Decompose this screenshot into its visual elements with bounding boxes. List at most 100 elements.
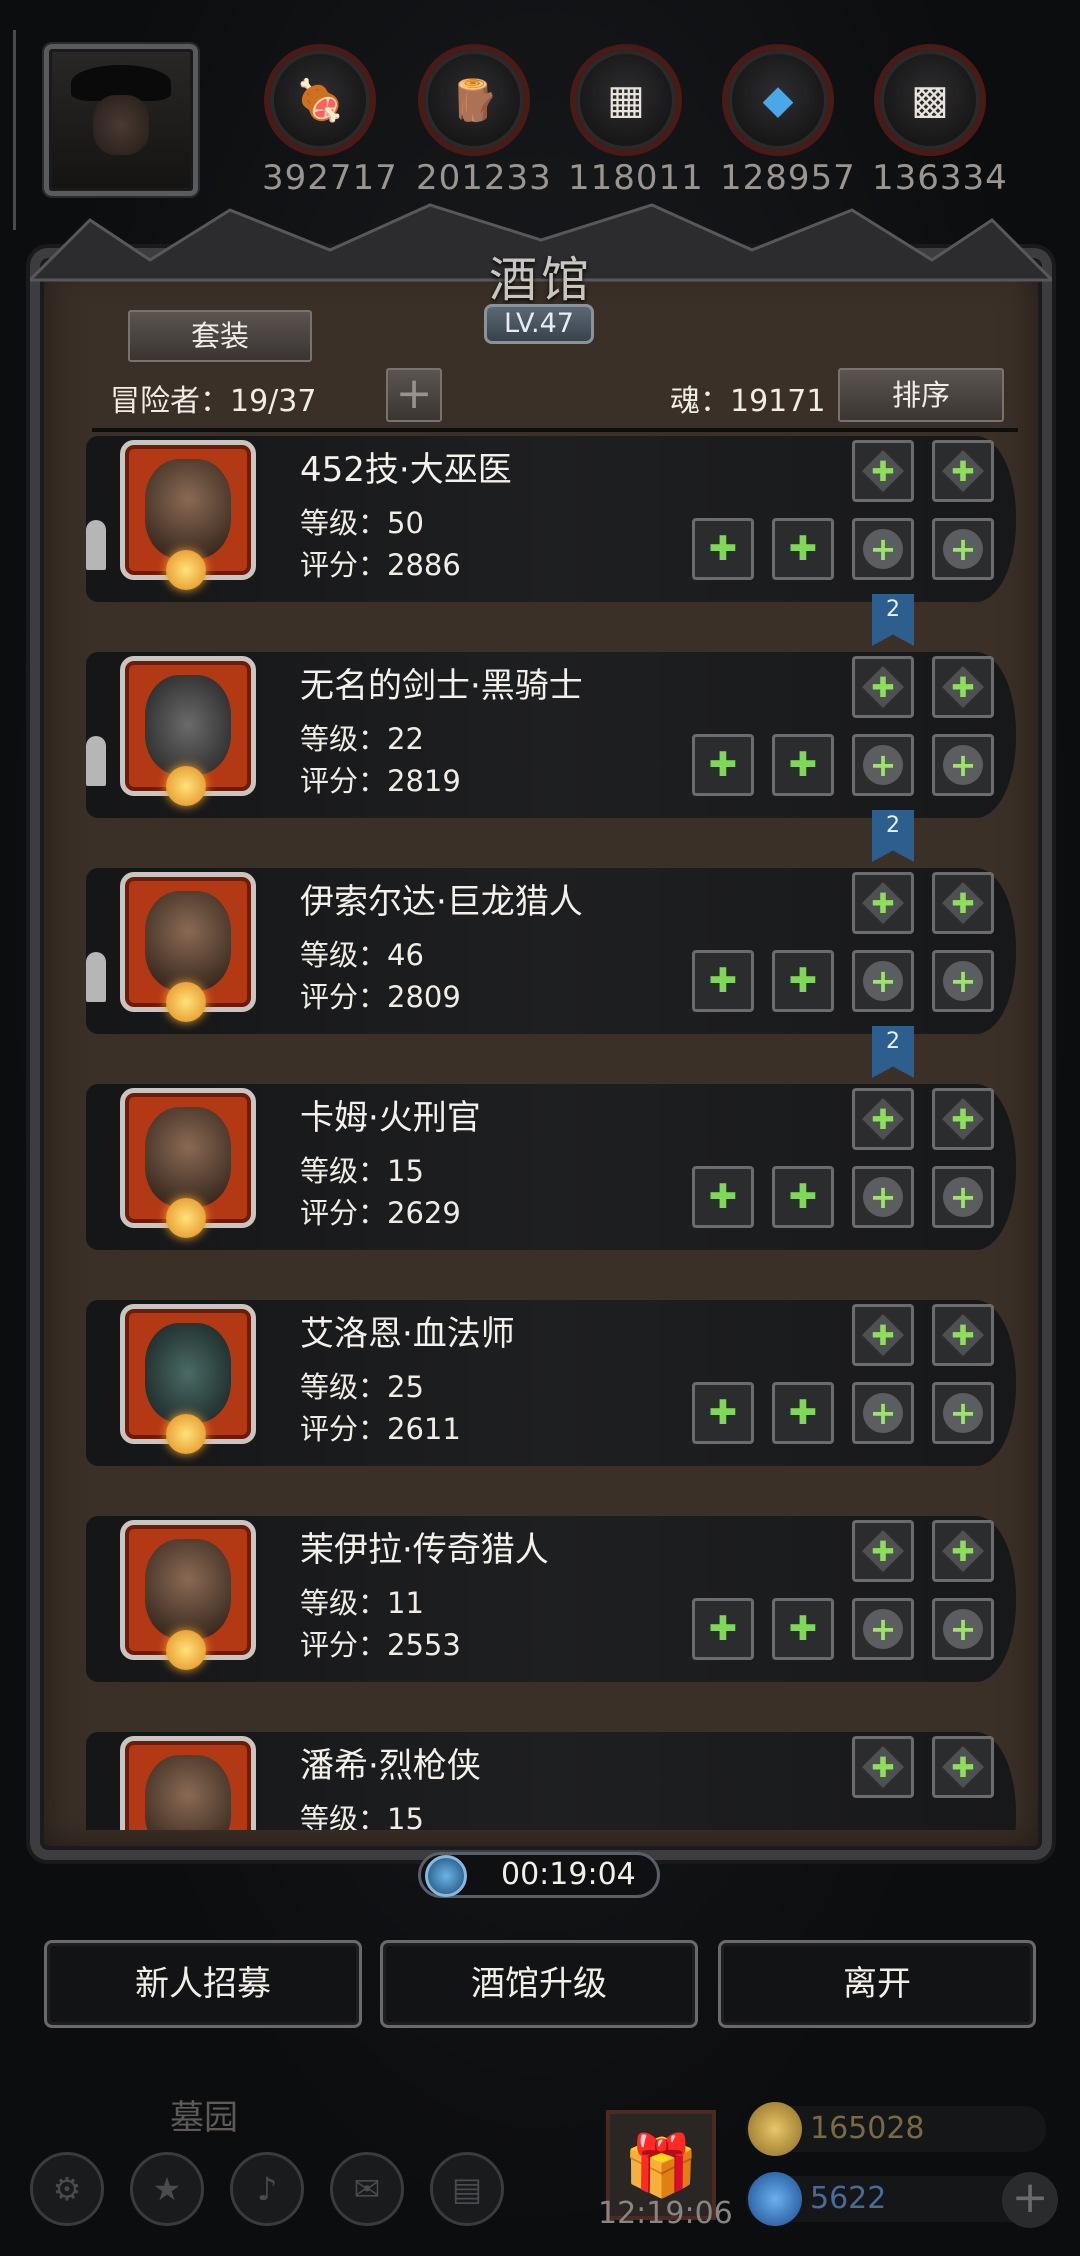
hourglass-slot-icon[interactable]: ✚ <box>932 1088 994 1150</box>
hourglass-slot-icon[interactable]: ✚ <box>852 1520 914 1582</box>
moon-icon <box>166 1414 206 1454</box>
ring-slot-icon[interactable]: + <box>932 518 994 580</box>
ring-slot-icon[interactable]: + <box>932 1166 994 1228</box>
hero-score: 评分：2611 <box>300 1412 461 1446</box>
resource-wood[interactable]: 🪵 201233 <box>416 44 551 198</box>
resource-stone[interactable]: ▩ 136334 <box>872 44 1007 198</box>
hourglass-slot-icon[interactable]: ✚ <box>852 1304 914 1366</box>
leave-button[interactable]: 离开 <box>718 1940 1036 2028</box>
ring-plus-icon: + <box>943 961 983 1001</box>
hourglass-slot-icon[interactable]: ✚ <box>932 872 994 934</box>
hourglass-slot-icon[interactable]: ✚ <box>852 656 914 718</box>
ring-slot-icon[interactable]: + <box>932 1598 994 1660</box>
armor-slot-icon[interactable]: ✚ <box>772 950 834 1012</box>
horn-icon[interactable]: ♪ <box>230 2152 304 2226</box>
add-adventurer-slot-button[interactable]: + <box>386 368 442 422</box>
ghost-icon <box>86 952 106 1002</box>
hourglass-slot-icon[interactable]: ✚ <box>852 1088 914 1150</box>
gold-value: 165028 <box>810 2111 925 2146</box>
weapon-slot-icon[interactable]: ✚ <box>692 734 754 796</box>
soul-count: 魂：19171 <box>670 384 826 419</box>
ring-slot-icon[interactable]: + <box>932 1382 994 1444</box>
mail-icon[interactable]: ✉ <box>330 2152 404 2226</box>
ring-plus-icon: + <box>863 961 903 1001</box>
star-icon[interactable]: ★ <box>130 2152 204 2226</box>
ring-slot-icon[interactable]: + <box>852 1382 914 1444</box>
suit-button[interactable]: 套装 <box>128 310 312 362</box>
hourglass-slot-icon[interactable]: ✚ <box>852 1736 914 1798</box>
armor-slot-icon[interactable]: ✚ <box>772 1598 834 1660</box>
weapon-slot-icon[interactable]: ✚ <box>692 1166 754 1228</box>
hourglass-slot-icon[interactable]: ✚ <box>932 1736 994 1798</box>
settings-icon[interactable]: ⚙ <box>30 2152 104 2226</box>
ring-plus-icon: + <box>863 1177 903 1217</box>
ring-slot-icon[interactable]: + <box>852 518 914 580</box>
weapon-slot-icon[interactable]: ✚ <box>692 1598 754 1660</box>
hero-portrait[interactable] <box>120 1736 256 1830</box>
hero-card[interactable]: 茉伊拉·传奇猎人 等级：11 评分：2553 ✚ ✚ ✚ ✚ + + <box>86 1516 1016 1682</box>
bookmark-badge: 2 <box>872 594 914 646</box>
hero-card[interactable]: 卡姆·火刑官 等级：15 评分：2629 ✚ ✚ ✚ ✚ + + <box>86 1084 1016 1250</box>
resource-iron[interactable]: ▦ 118011 <box>568 44 703 198</box>
weapon-slot-icon[interactable]: ✚ <box>692 950 754 1012</box>
upgrade-tavern-button[interactable]: 酒馆升级 <box>380 1940 698 2028</box>
wood-icon: 🪵 <box>418 44 530 156</box>
gem-plus-icon: ✚ <box>862 1530 904 1572</box>
hero-score: 评分：2553 <box>300 1628 461 1662</box>
ring-slot-icon[interactable]: + <box>932 734 994 796</box>
ring-slot-icon[interactable]: + <box>852 950 914 1012</box>
hero-level: 等级：50 <box>300 506 424 540</box>
hourglass-slot-icon[interactable]: ✚ <box>932 1304 994 1366</box>
hero-card[interactable]: 潘希·烈枪侠 等级：15 ✚ ✚ <box>86 1732 1016 1830</box>
ring-plus-icon: + <box>943 1393 983 1433</box>
ring-slot-icon[interactable]: + <box>852 1598 914 1660</box>
ring-slot-icon[interactable]: + <box>852 1166 914 1228</box>
add-currency-button[interactable]: + <box>1002 2172 1058 2228</box>
sort-button[interactable]: 排序 <box>838 368 1004 422</box>
ghost-icon <box>86 736 106 786</box>
tavern-panel: 酒馆 LV.47 套装 冒险者：19/37 + 魂：19171 排序 452技·… <box>30 200 1052 1860</box>
hourglass-slot-icon[interactable]: ✚ <box>852 872 914 934</box>
armor-slot-icon[interactable]: ✚ <box>772 518 834 580</box>
ring-plus-icon: + <box>943 529 983 569</box>
gem-plus-icon: ✚ <box>942 1314 984 1356</box>
resource-crystal[interactable]: ◆ 128957 <box>720 44 855 198</box>
hero-card[interactable]: 伊索尔达·巨龙猎人 等级：46 评分：2809 ✚ ✚ ✚ ✚ + + <box>86 868 1016 1034</box>
hero-name: 452技·大巫医 <box>300 450 512 490</box>
location-label: 墓园 <box>170 2098 238 2138</box>
gem-plus-icon: ✚ <box>942 882 984 924</box>
player-avatar[interactable] <box>44 44 198 196</box>
hero-list[interactable]: 452技·大巫医 等级：50 评分：2886 ✚ ✚ ✚ ✚ + + 2 无名的… <box>86 436 1016 1830</box>
gem-plus-icon: ✚ <box>942 1098 984 1140</box>
armor-slot-icon[interactable]: ✚ <box>772 1382 834 1444</box>
hourglass-slot-icon[interactable]: ✚ <box>932 1520 994 1582</box>
gem-plus-icon: ✚ <box>942 1746 984 1788</box>
hero-card[interactable]: 艾洛恩·血法师 等级：25 评分：2611 ✚ ✚ ✚ ✚ + + <box>86 1300 1016 1466</box>
hero-score: 评分：2886 <box>300 548 461 582</box>
bookmark-badge: 2 <box>872 1026 914 1078</box>
hero-face <box>145 675 231 775</box>
gem-plus-icon: ✚ <box>862 1746 904 1788</box>
hero-name: 无名的剑士·黑骑士 <box>300 666 583 706</box>
hero-card[interactable]: 452技·大巫医 等级：50 评分：2886 ✚ ✚ ✚ ✚ + + <box>86 436 1016 602</box>
ring-slot-icon[interactable]: + <box>932 950 994 1012</box>
hero-level: 等级：11 <box>300 1586 424 1620</box>
hourglass-slot-icon[interactable]: ✚ <box>932 440 994 502</box>
ring-slot-icon[interactable]: + <box>852 734 914 796</box>
armor-slot-icon[interactable]: ✚ <box>772 734 834 796</box>
system-clock: 12:19:06 <box>598 2196 733 2231</box>
gem-plus-icon: ✚ <box>942 666 984 708</box>
hourglass-slot-icon[interactable]: ✚ <box>852 440 914 502</box>
gold-coin-icon <box>748 2102 802 2156</box>
hourglass-slot-icon[interactable]: ✚ <box>932 656 994 718</box>
side-panel-edge[interactable] <box>0 30 16 230</box>
book-icon[interactable]: ▤ <box>430 2152 504 2226</box>
resource-meat[interactable]: 🍖 392717 <box>262 44 397 198</box>
recruit-button[interactable]: 新人招募 <box>44 1940 362 2028</box>
armor-slot-icon[interactable]: ✚ <box>772 1166 834 1228</box>
hero-face <box>145 1755 231 1830</box>
hero-card[interactable]: 无名的剑士·黑骑士 等级：22 评分：2819 ✚ ✚ ✚ ✚ + + <box>86 652 1016 818</box>
weapon-slot-icon[interactable]: ✚ <box>692 518 754 580</box>
ring-plus-icon: + <box>863 1393 903 1433</box>
weapon-slot-icon[interactable]: ✚ <box>692 1382 754 1444</box>
